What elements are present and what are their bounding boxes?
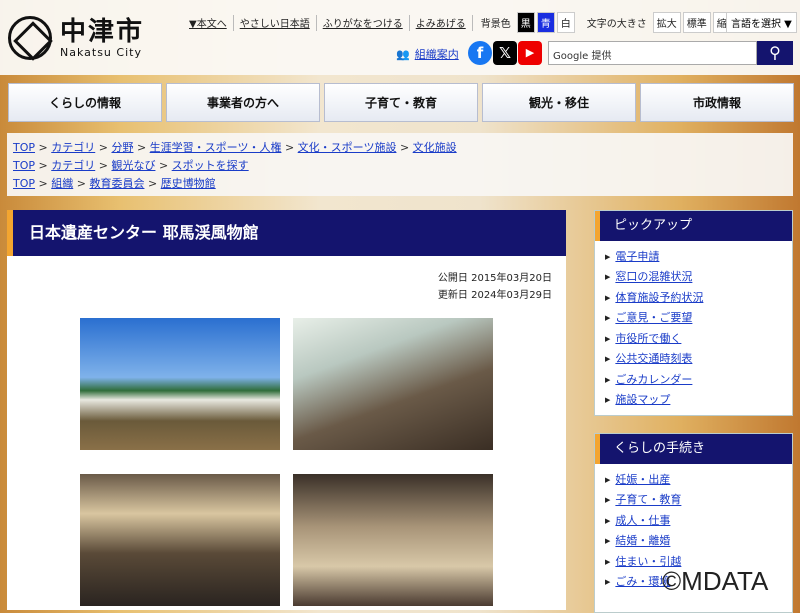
breadcrumb-separator: > (35, 141, 52, 154)
sidebar-link[interactable]: 市役所で働く (615, 332, 681, 345)
size-normal-button[interactable]: 標準 (682, 12, 711, 33)
nav-living[interactable]: くらしの情報 (8, 83, 162, 122)
list-item: ごみカレンダー (605, 370, 792, 390)
language-select[interactable]: 言語を選択 ▼ (726, 12, 797, 33)
breadcrumb-separator: > (155, 159, 172, 172)
sidebar-link[interactable]: 結婚・離婚 (615, 535, 670, 548)
breadcrumb-link[interactable]: 生涯学習・スポーツ・人権 (150, 141, 282, 154)
bg-white-button[interactable]: 白 (556, 12, 575, 33)
list-item: 市役所で働く (605, 329, 792, 349)
size-large-button[interactable]: 拡大 (652, 12, 681, 33)
sidebar-link[interactable]: 窓口の混雑状況 (615, 271, 692, 284)
x-icon[interactable]: 𝕏 (493, 41, 517, 65)
nav-business[interactable]: 事業者の方へ (166, 83, 320, 122)
breadcrumb-separator: > (35, 159, 52, 172)
sidebar-link[interactable]: ご意見・ご要望 (615, 312, 692, 325)
main-content: 日本遺産センター 耶馬渓風物館 公開日 2015年03月20日 更新日 2024年… (7, 210, 566, 610)
sidebar-link[interactable]: 妊娠・出産 (615, 473, 670, 486)
sidebar-link[interactable]: 施設マップ (615, 393, 670, 406)
breadcrumb: TOP > カテゴリ > 分野 > 生涯学習・スポーツ・人権 > 文化・スポーツ… (13, 139, 787, 157)
search-icon[interactable]: ⚲ (757, 41, 793, 65)
breadcrumb-link[interactable]: TOP (13, 141, 35, 154)
list-item: 施設マップ (605, 390, 792, 410)
city-emblem-icon (8, 16, 52, 60)
list-item: ご意見・ご要望 (605, 308, 792, 328)
page-title: 日本遺産センター 耶馬渓風物館 (7, 210, 566, 256)
photo-exhibit-1 (80, 474, 280, 606)
nav-tourism[interactable]: 観光・移住 (482, 83, 636, 122)
breadcrumb-link[interactable]: 教育委員会 (89, 177, 144, 190)
breadcrumb-link[interactable]: TOP (13, 159, 35, 172)
nav-childcare[interactable]: 子育て・教育 (324, 83, 478, 122)
published-date: 公開日 2015年03月20日 (437, 273, 552, 284)
breadcrumb: TOP > 組織 > 教育委員会 > 歴史博物館 (13, 175, 787, 193)
facebook-icon[interactable]: f (468, 41, 492, 65)
people-icon: 👥 (396, 47, 410, 61)
sidebar-link[interactable]: 体育施設予約状況 (615, 291, 703, 304)
logo-jp: 中津市 (60, 16, 145, 47)
youtube-icon[interactable]: ▶ (518, 41, 542, 65)
breadcrumb-link[interactable]: 歴史博物館 (161, 177, 216, 190)
org-link[interactable]: 組織案内 (415, 46, 459, 62)
easy-japanese-link[interactable]: やさしい日本語 (240, 15, 310, 30)
breadcrumb-link[interactable]: 観光なび (111, 159, 155, 172)
photo-exhibit-2 (293, 474, 493, 606)
sidebar-link[interactable]: 電子申請 (615, 250, 659, 263)
list-item: 電子申請 (605, 247, 792, 267)
size-label: 文字の大きさ (586, 19, 647, 30)
breadcrumb-separator: > (73, 177, 90, 190)
logo-en: Nakatsu City (60, 45, 142, 59)
list-item: 妊娠・出産 (605, 470, 792, 490)
list-item: 公共交通時刻表 (605, 349, 792, 369)
pickup-title: ピックアップ (595, 211, 792, 241)
nav-government[interactable]: 市政情報 (640, 83, 794, 122)
photo-exterior (80, 318, 280, 450)
skip-link[interactable]: ▼本文へ (189, 15, 227, 30)
breadcrumbs: TOP > カテゴリ > 分野 > 生涯学習・スポーツ・人権 > 文化・スポーツ… (7, 133, 793, 196)
bg-label: 背景色 (480, 19, 511, 30)
procedures-title: くらしの手続き (595, 434, 792, 464)
search-input[interactable]: Google 提供 (548, 41, 757, 65)
breadcrumb-separator: > (95, 141, 112, 154)
breadcrumb-separator: > (281, 141, 298, 154)
watermark: ©MDATA (662, 566, 769, 596)
header: 中津市 Nakatsu City ▼本文へ やさしい日本語 ふりがなをつける よみ… (0, 0, 800, 75)
sidebar-link[interactable]: 成人・仕事 (615, 514, 670, 527)
breadcrumb-link[interactable]: スポットを探す (172, 159, 249, 172)
breadcrumb-link[interactable]: カテゴリ (51, 141, 95, 154)
bg-blue-button[interactable]: 青 (536, 12, 555, 33)
breadcrumb-link[interactable]: 文化・スポーツ施設 (298, 141, 397, 154)
photo-hall (293, 318, 493, 450)
main-nav: くらしの情報 事業者の方へ 子育て・教育 観光・移住 市政情報 (8, 83, 794, 122)
breadcrumb-link[interactable]: カテゴリ (51, 159, 95, 172)
read-aloud-link[interactable]: よみあげる (416, 15, 466, 30)
bg-black-button[interactable]: 黒 (516, 12, 535, 33)
sidebar-link[interactable]: ごみカレンダー (615, 373, 692, 386)
breadcrumb-separator: > (35, 177, 52, 190)
pickup-panel: ピックアップ 電子申請窓口の混雑状況体育施設予約状況ご意見・ご要望市役所で働く公… (594, 210, 793, 416)
sidebar-link[interactable]: 子育て・教育 (615, 494, 681, 507)
breadcrumb-separator: > (133, 141, 150, 154)
furigana-link[interactable]: ふりがなをつける (323, 15, 403, 30)
breadcrumb-separator: > (396, 141, 413, 154)
list-item: 結婚・離婚 (605, 531, 792, 551)
updated-date: 更新日 2024年03月29日 (437, 290, 552, 301)
utility-bar: ▼本文へ やさしい日本語 ふりがなをつける よみあげる 背景色 黒 青 白 文字… (183, 12, 741, 33)
sidebar-link[interactable]: 公共交通時刻表 (615, 352, 692, 365)
breadcrumb-separator: > (95, 159, 112, 172)
breadcrumb-link[interactable]: 分野 (111, 141, 133, 154)
breadcrumb-link[interactable]: 文化施設 (413, 141, 457, 154)
breadcrumb: TOP > カテゴリ > 観光なび > スポットを探す (13, 157, 787, 175)
list-item: 成人・仕事 (605, 511, 792, 531)
list-item: 窓口の混雑状況 (605, 267, 792, 287)
breadcrumb-link[interactable]: TOP (13, 177, 35, 190)
breadcrumb-separator: > (144, 177, 161, 190)
logo[interactable]: 中津市 Nakatsu City (8, 16, 144, 60)
list-item: 子育て・教育 (605, 490, 792, 510)
list-item: 体育施設予約状況 (605, 288, 792, 308)
breadcrumb-link[interactable]: 組織 (51, 177, 73, 190)
